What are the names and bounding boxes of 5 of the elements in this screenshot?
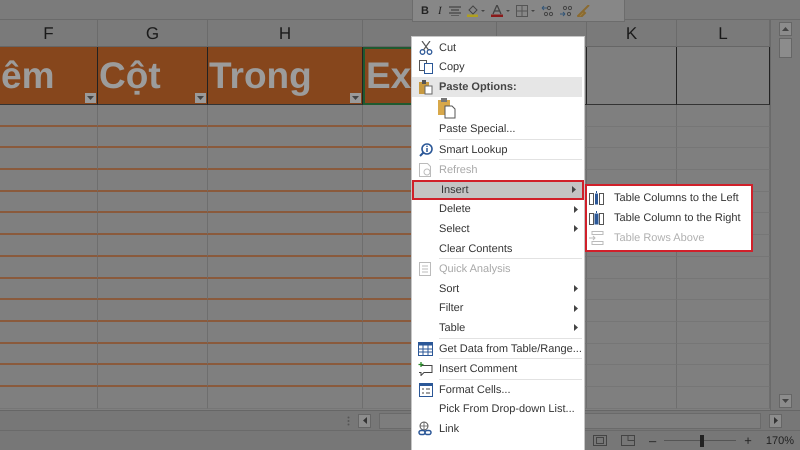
header-text: Trong [208, 54, 312, 96]
header-text: êm [0, 54, 54, 96]
menu-section-title: Paste Options: [439, 81, 517, 94]
header-text: Ex [365, 55, 412, 97]
header-text: Cột [98, 54, 161, 96]
